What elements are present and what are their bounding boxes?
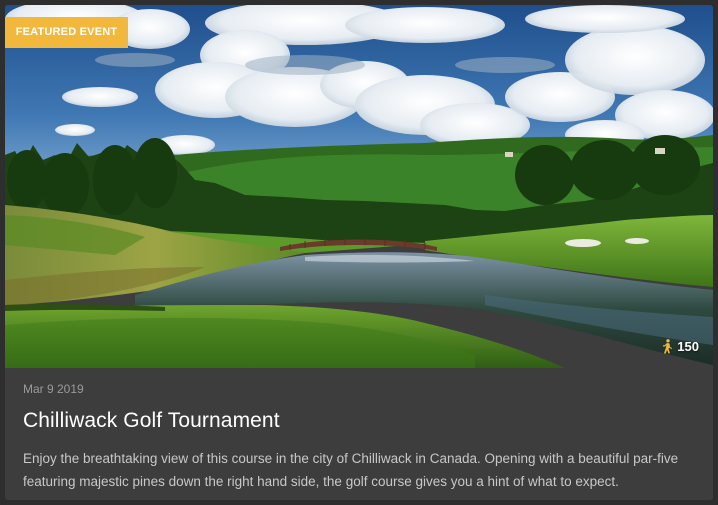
- event-details: Mar 9 2019 Chilliwack Golf Tournament En…: [5, 368, 713, 500]
- golf-course-photo: [5, 5, 713, 368]
- attendance-number: 150: [677, 339, 699, 354]
- event-description: Enjoy the breathtaking view of this cour…: [23, 451, 679, 489]
- event-title[interactable]: Chilliwack Golf Tournament: [23, 409, 280, 433]
- event-hero-image[interactable]: FEATURED EVENT 150: [5, 5, 713, 368]
- featured-event-badge: FEATURED EVENT: [5, 17, 128, 48]
- event-date: Mar 9 2019: [23, 382, 84, 396]
- walking-person-icon: [663, 339, 673, 354]
- attendance-count: 150: [661, 339, 699, 354]
- event-card[interactable]: FEATURED EVENT 150 Mar 9 2019 Chilliwack…: [5, 5, 713, 500]
